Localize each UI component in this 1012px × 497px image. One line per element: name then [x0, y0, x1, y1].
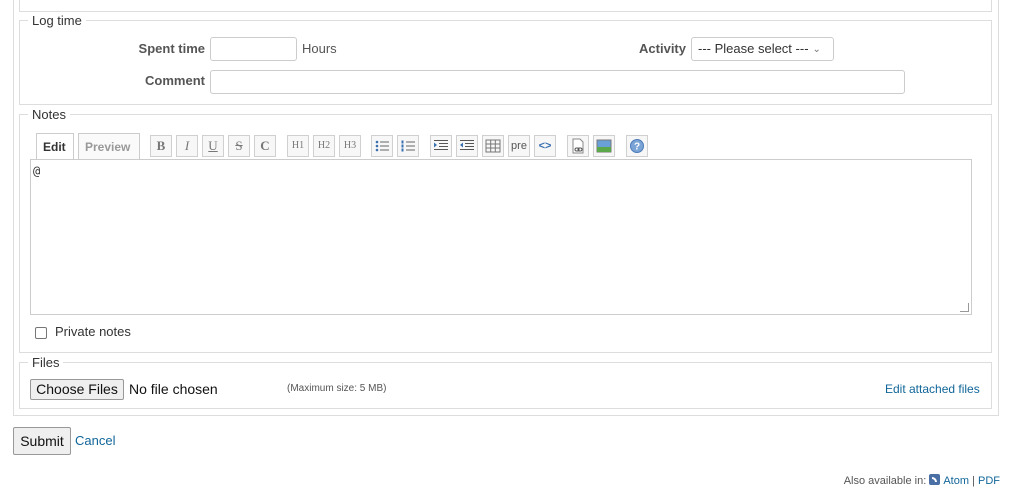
comment-label: Comment [145, 73, 205, 88]
table-button[interactable] [482, 135, 504, 157]
activity-label: Activity [639, 41, 686, 56]
indent-icon [434, 140, 448, 150]
feed-icon [929, 474, 941, 485]
bold-button[interactable]: B [150, 135, 172, 157]
help-button[interactable]: ? [626, 135, 648, 157]
activity-select[interactable]: --- Please select --- ⌄ [691, 37, 834, 61]
format-separator: | [972, 475, 975, 487]
strikethrough-button[interactable]: S [228, 135, 250, 157]
no-file-chosen-text: No file chosen [129, 381, 218, 397]
pdf-link[interactable]: PDF [978, 475, 1000, 487]
image-icon [596, 139, 612, 153]
indent-button[interactable] [430, 135, 452, 157]
outdent-button[interactable] [456, 135, 478, 157]
private-notes-checkbox[interactable] [35, 327, 47, 339]
cancel-link[interactable]: Cancel [75, 433, 115, 448]
code-brackets-icon: <> [538, 140, 552, 152]
files-legend: Files [32, 355, 60, 370]
tab-edit[interactable]: Edit [36, 133, 74, 160]
heading1-button[interactable]: H1 [287, 135, 309, 157]
notes-legend: Notes [32, 107, 66, 122]
choose-files-button[interactable]: Choose Files [30, 379, 124, 400]
chevron-down-icon: ⌄ [812, 44, 821, 55]
ordered-list-button[interactable] [397, 135, 419, 157]
spent-time-input[interactable] [210, 37, 297, 61]
table-icon [485, 139, 501, 153]
spent-time-label: Spent time [138, 41, 205, 56]
bullet-list-icon [375, 140, 389, 152]
comment-input[interactable] [210, 70, 905, 94]
help-icon: ? [630, 139, 644, 153]
notes-text: @ [33, 164, 41, 178]
other-formats: Also available in: Atom | PDF [844, 474, 1000, 487]
hours-unit: Hours [302, 41, 337, 56]
edit-attached-files-link[interactable]: Edit attached files [885, 382, 980, 396]
submit-button[interactable]: Submit [13, 427, 71, 455]
link-page-icon [572, 138, 584, 154]
notes-textarea[interactable]: @ [30, 159, 972, 315]
max-size-hint: (Maximum size: 5 MB) [287, 383, 387, 394]
tab-preview[interactable]: Preview [78, 133, 140, 160]
log-time-legend: Log time [32, 13, 82, 28]
unordered-list-button[interactable] [371, 135, 393, 157]
atom-link[interactable]: Atom [943, 475, 969, 487]
private-notes-label: Private notes [55, 324, 131, 339]
code-highlight-button[interactable]: <> [534, 135, 556, 157]
previous-section-edge [19, 0, 992, 12]
outdent-icon [460, 140, 474, 150]
image-button[interactable] [593, 135, 615, 157]
underline-button[interactable]: U [202, 135, 224, 157]
wiki-link-button[interactable] [567, 135, 589, 157]
activity-selected-value: --- Please select --- [698, 41, 809, 56]
resize-handle-icon[interactable] [960, 303, 969, 312]
svg-text:?: ? [634, 142, 640, 153]
pre-button[interactable]: pre [508, 135, 530, 157]
heading3-button[interactable]: H3 [339, 135, 361, 157]
also-available-label: Also available in: [843, 475, 927, 487]
heading2-button[interactable]: H2 [313, 135, 335, 157]
numbered-list-icon [401, 140, 415, 152]
italic-button[interactable]: I [176, 135, 198, 157]
inline-code-button[interactable]: C [254, 135, 276, 157]
